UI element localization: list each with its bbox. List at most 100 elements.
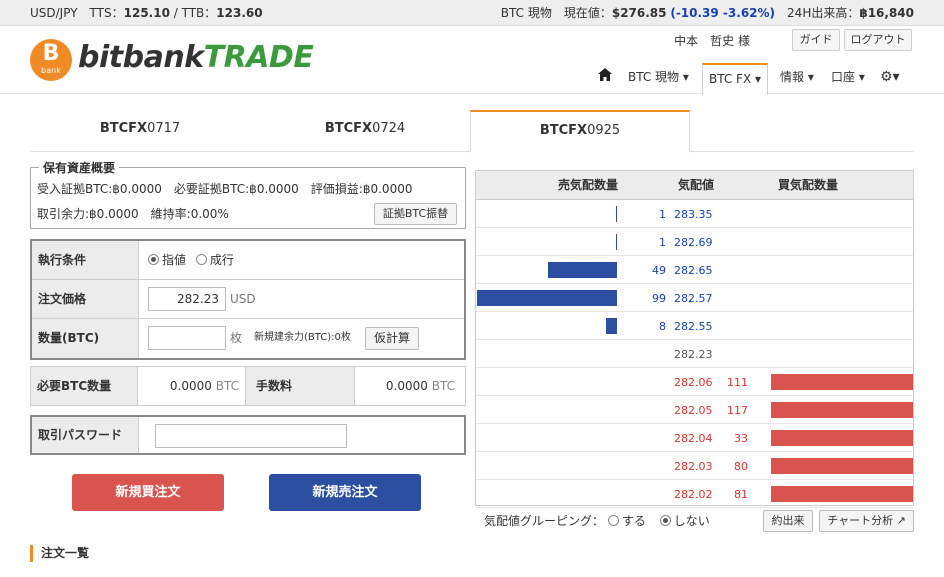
btc-ticker: BTC 現物 現在値：$276.85 (-10.39 -3.62%) 24H出来… <box>500 6 914 20</box>
buy-quantity-header: 買気配数量 <box>778 178 839 192</box>
ticker-bar: USD/JPY TTS：125.10 / TTB：123.60 BTC 現物 現… <box>0 0 944 26</box>
transfer-btc-button[interactable]: 証拠BTC振替 <box>374 203 457 225</box>
bid-bar <box>771 402 913 418</box>
password-input[interactable] <box>155 424 347 448</box>
ask-quantity: 99 <box>652 292 666 305</box>
bid-bar <box>771 486 913 502</box>
required-btc-value: 0.0000 BTC <box>169 379 239 393</box>
grouping-control: 気配値グルーピング： する しない <box>484 509 710 533</box>
ask-bar <box>616 234 617 250</box>
fx-rate: USD/JPY TTS：125.10 / TTB：123.60 <box>30 6 263 20</box>
trades-button[interactable]: 約出来 <box>763 510 813 532</box>
user-name: 中本 哲史 様 <box>674 34 750 48</box>
order-form: 執行条件 指値 成行 注文価格 282.23 USD 数量(BTC) 枚 新規建… <box>30 239 466 360</box>
ask-row[interactable]: 1 282.69 <box>476 229 913 256</box>
quantity-unit: 枚 <box>230 331 243 345</box>
chart-analysis-button[interactable]: チャート分析 ↗ <box>819 510 914 532</box>
bid-row[interactable]: 282.04 33 <box>476 425 913 452</box>
required-btc-label: 必要BTC数量 <box>31 367 138 405</box>
calculate-button[interactable]: 仮計算 <box>365 327 419 350</box>
bid-bar <box>771 430 913 446</box>
ask-bar <box>606 318 617 334</box>
bid-quantity: 81 <box>734 488 748 501</box>
mid-price: 282.23 <box>674 348 713 361</box>
bid-price: 282.02 <box>674 488 713 501</box>
grouping-off-radio[interactable]: しない <box>659 514 710 528</box>
ask-quantity: 49 <box>652 264 666 277</box>
settings-gear-icon[interactable]: ⚙▾ <box>880 63 900 93</box>
nav-btc-fx[interactable]: BTC FX ▾ <box>702 63 769 95</box>
position-capacity: 新規建余力(BTC):0枚 <box>254 332 351 343</box>
ask-row[interactable]: 1 283.35 <box>476 201 913 228</box>
bid-price: 282.03 <box>674 460 713 473</box>
asset-line-2: 取引余力:฿0.0000 維持率:0.00% <box>37 207 229 221</box>
bid-bar <box>771 374 913 390</box>
tab-btcfx0717[interactable]: BTCFX0717 <box>50 110 230 152</box>
grouping-label: 気配値グルーピング： <box>484 514 605 528</box>
condition-label: 執行条件 <box>32 241 139 279</box>
header: Bbank bitbankTRADE 中本 哲史 様 ガイド ログアウト BTC… <box>0 26 944 95</box>
condition-row: 執行条件 指値 成行 <box>32 241 464 280</box>
market-radio[interactable]: 成行 <box>195 253 234 267</box>
order-book: 売気配数量 気配値 買気配数量 1 283.35 1 282.69 49 282.65 99… <box>475 170 914 508</box>
quantity-row: 数量(BTC) 枚 新規建余力(BTC):0枚 仮計算 <box>32 319 464 358</box>
price-input[interactable]: 282.23 <box>148 287 226 311</box>
ask-price: 282.55 <box>674 320 713 333</box>
contract-tabs: BTCFX0717 BTCFX0724 BTCFX0925 <box>30 110 914 153</box>
price-label: 注文価格 <box>32 280 139 318</box>
bid-bar <box>771 458 913 474</box>
asset-summary: 保有資産概要 受入証拠BTC:฿0.0000 必要証拠BTC:฿0.0000 評… <box>30 159 466 229</box>
sell-quantity-header: 売気配数量 <box>558 178 619 192</box>
bid-quantity: 117 <box>727 404 748 417</box>
grouping-on-radio[interactable]: する <box>607 514 646 528</box>
ask-price: 282.65 <box>674 264 713 277</box>
fee-label: 手数料 <box>245 367 355 405</box>
nav-btc-spot[interactable]: BTC 現物 ▾ <box>628 63 689 93</box>
ask-row[interactable]: 8 282.55 <box>476 313 913 340</box>
external-link-icon: ↗ <box>896 514 906 527</box>
bid-price: 282.06 <box>674 376 713 389</box>
ask-bar <box>548 262 617 278</box>
tab-btcfx0724[interactable]: BTCFX0724 <box>275 110 455 152</box>
bid-row[interactable]: 282.02 81 <box>476 481 913 508</box>
bid-quantity: 111 <box>727 376 748 389</box>
bitbank-logo-icon[interactable]: Bbank <box>30 39 72 81</box>
condition-options: 指値 成行 <box>148 241 234 279</box>
bid-quantity: 80 <box>734 460 748 473</box>
asset-summary-title: 保有資産概要 <box>39 159 120 176</box>
nav-info[interactable]: 情報 ▾ <box>780 63 814 93</box>
mid-row: 282.23 <box>476 341 913 368</box>
home-icon[interactable] <box>598 63 612 93</box>
price-header: 気配値 <box>678 178 715 192</box>
ask-price: 282.57 <box>674 292 713 305</box>
price-unit: USD <box>230 292 256 306</box>
bid-price: 282.05 <box>674 404 713 417</box>
ask-quantity: 1 <box>659 236 666 249</box>
ask-row[interactable]: 99 282.57 <box>476 285 913 312</box>
price-row: 注文価格 282.23 USD <box>32 280 464 319</box>
fee-value: 0.0000 BTC <box>385 379 455 393</box>
order-book-header: 売気配数量 気配値 買気配数量 <box>476 171 913 200</box>
order-list-title: 注文一覧 <box>30 545 89 562</box>
tab-btcfx0925[interactable]: BTCFX0925 <box>470 110 690 153</box>
quantity-input[interactable] <box>148 326 226 350</box>
ask-bar <box>477 290 617 306</box>
bid-row[interactable]: 282.06 111 <box>476 369 913 396</box>
logout-button[interactable]: ログアウト <box>844 29 912 51</box>
new-buy-order-button[interactable]: 新規買注文 <box>72 474 224 511</box>
bid-row[interactable]: 282.03 80 <box>476 453 913 480</box>
ask-quantity: 8 <box>659 320 666 333</box>
password-label: 取引パスワード <box>32 417 139 453</box>
ask-quantity: 1 <box>659 208 666 221</box>
limit-radio[interactable]: 指値 <box>148 253 186 267</box>
bid-row[interactable]: 282.05 117 <box>476 397 913 424</box>
guide-button[interactable]: ガイド <box>792 29 840 51</box>
nav-account[interactable]: 口座 ▾ <box>831 63 865 93</box>
bid-price: 282.04 <box>674 432 713 445</box>
brand-name[interactable]: bitbankTRADE <box>78 40 314 75</box>
quantity-label: 数量(BTC) <box>32 319 139 358</box>
ask-bar <box>616 206 617 222</box>
new-sell-order-button[interactable]: 新規売注文 <box>269 474 421 511</box>
ask-row[interactable]: 49 282.65 <box>476 257 913 284</box>
bid-quantity: 33 <box>734 432 748 445</box>
